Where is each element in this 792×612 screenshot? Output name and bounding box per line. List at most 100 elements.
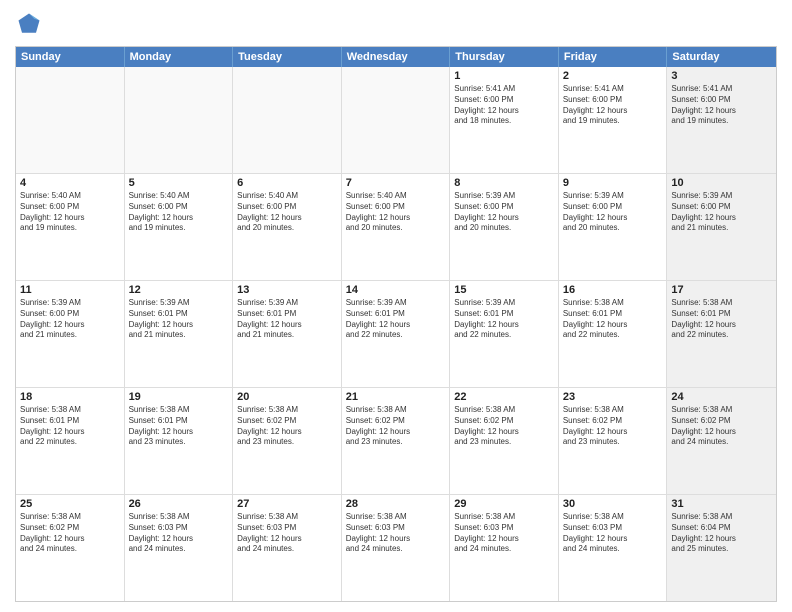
calendar-cell: 15 Sunrise: 5:39 AM Sunset: 6:01 PM Dayli… <box>450 281 559 387</box>
cell-info: Sunrise: 5:40 AM Sunset: 6:00 PM Dayligh… <box>20 191 120 234</box>
day-number: 27 <box>237 498 337 510</box>
calendar-cell: 27 Sunrise: 5:38 AM Sunset: 6:03 PM Dayli… <box>233 495 342 601</box>
calendar-cell: 4 Sunrise: 5:40 AM Sunset: 6:00 PM Daylig… <box>16 174 125 280</box>
cell-info: Sunrise: 5:38 AM Sunset: 6:01 PM Dayligh… <box>129 405 229 448</box>
day-number: 28 <box>346 498 446 510</box>
cell-info: Sunrise: 5:39 AM Sunset: 6:00 PM Dayligh… <box>671 191 772 234</box>
calendar-cell <box>342 67 451 173</box>
day-number: 2 <box>563 70 663 82</box>
cell-info: Sunrise: 5:41 AM Sunset: 6:00 PM Dayligh… <box>454 84 554 127</box>
cell-info: Sunrise: 5:38 AM Sunset: 6:02 PM Dayligh… <box>454 405 554 448</box>
day-number: 12 <box>129 284 229 296</box>
cell-info: Sunrise: 5:38 AM Sunset: 6:03 PM Dayligh… <box>454 512 554 555</box>
day-number: 17 <box>671 284 772 296</box>
day-number: 14 <box>346 284 446 296</box>
cell-info: Sunrise: 5:40 AM Sunset: 6:00 PM Dayligh… <box>129 191 229 234</box>
logo <box>15 10 47 38</box>
calendar-cell: 23 Sunrise: 5:38 AM Sunset: 6:02 PM Dayli… <box>559 388 668 494</box>
cell-info: Sunrise: 5:39 AM Sunset: 6:01 PM Dayligh… <box>129 298 229 341</box>
weekday-header: Monday <box>125 47 234 67</box>
calendar-cell: 5 Sunrise: 5:40 AM Sunset: 6:00 PM Daylig… <box>125 174 234 280</box>
calendar-cell: 25 Sunrise: 5:38 AM Sunset: 6:02 PM Dayli… <box>16 495 125 601</box>
cell-info: Sunrise: 5:38 AM Sunset: 6:03 PM Dayligh… <box>563 512 663 555</box>
weekday-header: Wednesday <box>342 47 451 67</box>
calendar-cell <box>233 67 342 173</box>
cell-info: Sunrise: 5:39 AM Sunset: 6:01 PM Dayligh… <box>346 298 446 341</box>
day-number: 5 <box>129 177 229 189</box>
day-number: 1 <box>454 70 554 82</box>
calendar-cell: 29 Sunrise: 5:38 AM Sunset: 6:03 PM Dayli… <box>450 495 559 601</box>
calendar-cell: 12 Sunrise: 5:39 AM Sunset: 6:01 PM Dayli… <box>125 281 234 387</box>
day-number: 30 <box>563 498 663 510</box>
cell-info: Sunrise: 5:38 AM Sunset: 6:02 PM Dayligh… <box>563 405 663 448</box>
calendar-header: SundayMondayTuesdayWednesdayThursdayFrid… <box>16 47 776 67</box>
calendar-cell: 28 Sunrise: 5:38 AM Sunset: 6:03 PM Dayli… <box>342 495 451 601</box>
cell-info: Sunrise: 5:38 AM Sunset: 6:02 PM Dayligh… <box>346 405 446 448</box>
calendar-cell: 2 Sunrise: 5:41 AM Sunset: 6:00 PM Daylig… <box>559 67 668 173</box>
day-number: 3 <box>671 70 772 82</box>
day-number: 31 <box>671 498 772 510</box>
calendar-cell <box>16 67 125 173</box>
day-number: 7 <box>346 177 446 189</box>
day-number: 13 <box>237 284 337 296</box>
cell-info: Sunrise: 5:38 AM Sunset: 6:03 PM Dayligh… <box>346 512 446 555</box>
day-number: 21 <box>346 391 446 403</box>
day-number: 16 <box>563 284 663 296</box>
cell-info: Sunrise: 5:38 AM Sunset: 6:01 PM Dayligh… <box>563 298 663 341</box>
weekday-header: Tuesday <box>233 47 342 67</box>
calendar-row: 1 Sunrise: 5:41 AM Sunset: 6:00 PM Daylig… <box>16 67 776 174</box>
cell-info: Sunrise: 5:40 AM Sunset: 6:00 PM Dayligh… <box>237 191 337 234</box>
day-number: 24 <box>671 391 772 403</box>
weekday-header: Thursday <box>450 47 559 67</box>
day-number: 20 <box>237 391 337 403</box>
calendar-cell: 1 Sunrise: 5:41 AM Sunset: 6:00 PM Daylig… <box>450 67 559 173</box>
cell-info: Sunrise: 5:38 AM Sunset: 6:01 PM Dayligh… <box>671 298 772 341</box>
day-number: 25 <box>20 498 120 510</box>
cell-info: Sunrise: 5:40 AM Sunset: 6:00 PM Dayligh… <box>346 191 446 234</box>
calendar-cell: 14 Sunrise: 5:39 AM Sunset: 6:01 PM Dayli… <box>342 281 451 387</box>
calendar-cell: 13 Sunrise: 5:39 AM Sunset: 6:01 PM Dayli… <box>233 281 342 387</box>
cell-info: Sunrise: 5:38 AM Sunset: 6:02 PM Dayligh… <box>20 512 120 555</box>
cell-info: Sunrise: 5:38 AM Sunset: 6:02 PM Dayligh… <box>671 405 772 448</box>
cell-info: Sunrise: 5:41 AM Sunset: 6:00 PM Dayligh… <box>563 84 663 127</box>
calendar-row: 18 Sunrise: 5:38 AM Sunset: 6:01 PM Dayli… <box>16 388 776 495</box>
calendar-cell: 19 Sunrise: 5:38 AM Sunset: 6:01 PM Dayli… <box>125 388 234 494</box>
calendar-cell: 9Sunrise: 5:39 AM Sunset: 6:00 PM Daylig… <box>559 174 668 280</box>
cell-info: Sunrise: 5:39 AM Sunset: 6:01 PM Dayligh… <box>237 298 337 341</box>
cell-info: Sunrise: 5:39 AM Sunset: 6:01 PM Dayligh… <box>454 298 554 341</box>
calendar-row: 25 Sunrise: 5:38 AM Sunset: 6:02 PM Dayli… <box>16 495 776 601</box>
day-number: 18 <box>20 391 120 403</box>
day-number: 26 <box>129 498 229 510</box>
calendar-cell: 10 Sunrise: 5:39 AM Sunset: 6:00 PM Dayli… <box>667 174 776 280</box>
weekday-header: Sunday <box>16 47 125 67</box>
logo-icon <box>15 10 43 38</box>
cell-info: Sunrise: 5:38 AM Sunset: 6:02 PM Dayligh… <box>237 405 337 448</box>
day-number: 29 <box>454 498 554 510</box>
cell-info: Sunrise: 5:38 AM Sunset: 6:04 PM Dayligh… <box>671 512 772 555</box>
cell-info: Sunrise: 5:39 AM Sunset: 6:00 PM Dayligh… <box>454 191 554 234</box>
cell-info: Sunrise: 5:39 AM Sunset: 6:00 PM Dayligh… <box>563 191 663 234</box>
calendar-cell: 22 Sunrise: 5:38 AM Sunset: 6:02 PM Dayli… <box>450 388 559 494</box>
calendar-cell: 31 Sunrise: 5:38 AM Sunset: 6:04 PM Dayli… <box>667 495 776 601</box>
cell-info: Sunrise: 5:38 AM Sunset: 6:01 PM Dayligh… <box>20 405 120 448</box>
calendar-cell: 17 Sunrise: 5:38 AM Sunset: 6:01 PM Dayli… <box>667 281 776 387</box>
day-number: 4 <box>20 177 120 189</box>
day-number: 8 <box>454 177 554 189</box>
calendar-cell: 16 Sunrise: 5:38 AM Sunset: 6:01 PM Dayli… <box>559 281 668 387</box>
cell-info: Sunrise: 5:38 AM Sunset: 6:03 PM Dayligh… <box>237 512 337 555</box>
day-number: 11 <box>20 284 120 296</box>
calendar-cell: 30 Sunrise: 5:38 AM Sunset: 6:03 PM Dayli… <box>559 495 668 601</box>
day-number: 15 <box>454 284 554 296</box>
day-number: 19 <box>129 391 229 403</box>
header <box>15 10 777 38</box>
cell-info: Sunrise: 5:41 AM Sunset: 6:00 PM Dayligh… <box>671 84 772 127</box>
day-number: 23 <box>563 391 663 403</box>
calendar-row: 4 Sunrise: 5:40 AM Sunset: 6:00 PM Daylig… <box>16 174 776 281</box>
calendar-cell: 21 Sunrise: 5:38 AM Sunset: 6:02 PM Dayli… <box>342 388 451 494</box>
day-number: 10 <box>671 177 772 189</box>
calendar: SundayMondayTuesdayWednesdayThursdayFrid… <box>15 46 777 602</box>
day-number: 6 <box>237 177 337 189</box>
weekday-header: Friday <box>559 47 668 67</box>
calendar-cell: 3 Sunrise: 5:41 AM Sunset: 6:00 PM Daylig… <box>667 67 776 173</box>
day-number: 22 <box>454 391 554 403</box>
